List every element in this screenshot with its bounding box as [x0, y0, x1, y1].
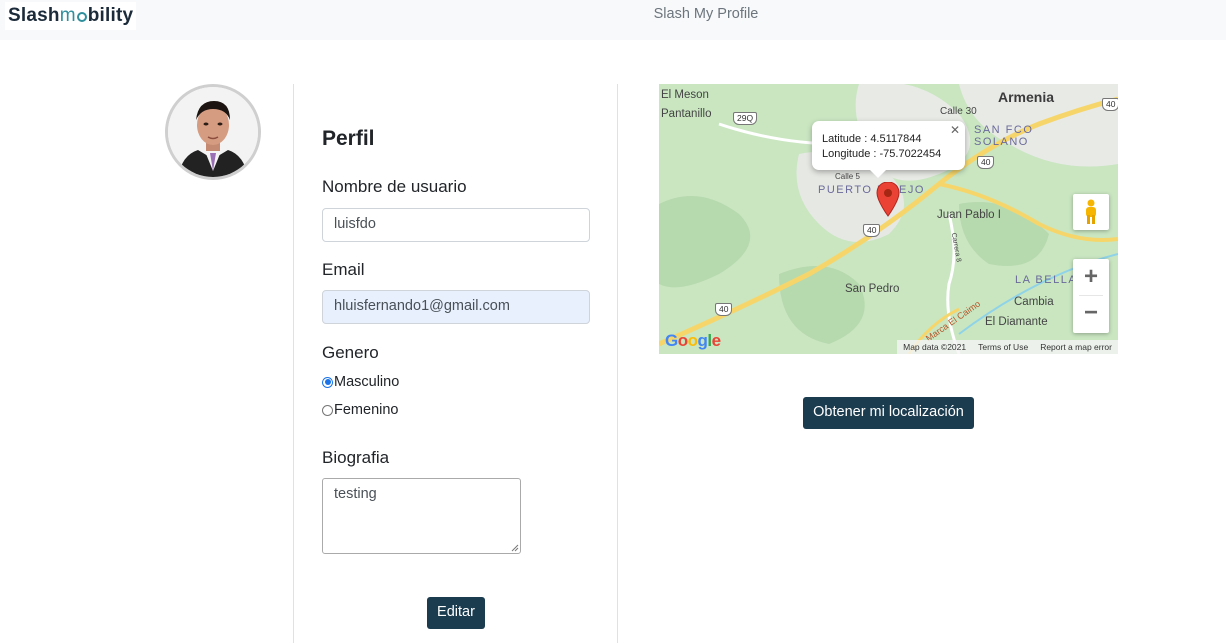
map-marker-icon[interactable] — [876, 182, 900, 218]
close-icon[interactable]: ✕ — [950, 123, 960, 138]
username-input[interactable]: luisfdo — [322, 208, 590, 242]
route-shield: 40 — [977, 156, 995, 169]
pegman-icon — [1086, 199, 1096, 224]
username-label: Nombre de usuario — [322, 177, 467, 196]
bio-textarea[interactable]: testing — [322, 478, 521, 554]
map-label-solano: SOLANO — [974, 136, 1029, 148]
route-shield: 40 — [1102, 98, 1118, 111]
radio-masculino[interactable] — [322, 376, 333, 388]
zoom-controls: + − — [1073, 259, 1109, 333]
map-label-calle-small: Calle 5 — [835, 172, 860, 181]
bio-text: testing — [334, 486, 377, 502]
map-label-la-bella: LA BELLA — [1015, 274, 1078, 286]
info-longitude: Longitude : -75.7022454 — [822, 148, 942, 160]
map-label-el-meson: El Meson — [661, 89, 709, 101]
google-logo[interactable]: Google — [665, 331, 721, 351]
gender-option-femenino[interactable]: Femenino — [322, 402, 398, 418]
zoom-in-button[interactable]: + — [1073, 259, 1109, 295]
route-shield: 40 — [863, 224, 881, 237]
right-divider — [617, 84, 618, 643]
map-attribution: Map data ©2021 Terms of Use Report a map… — [897, 340, 1118, 354]
zoom-out-button[interactable]: − — [1073, 296, 1109, 332]
street-view-pegman-button[interactable] — [1073, 194, 1109, 230]
resize-handle-icon[interactable] — [511, 544, 519, 552]
google-map[interactable]: Armenia El Meson Pantanillo Calle 30 SAN… — [659, 84, 1118, 354]
radio-femenino-label: Femenino — [334, 402, 399, 418]
gender-option-masculino[interactable]: Masculino — [322, 374, 399, 390]
route-shield: 29Q — [733, 112, 758, 125]
avatar — [165, 84, 261, 180]
map-label-san-fco: SAN FCO — [974, 124, 1034, 136]
radio-masculino-label: Masculino — [334, 374, 400, 390]
map-label-puerto-end: EJO — [899, 184, 925, 196]
radio-femenino[interactable] — [322, 404, 333, 416]
terms-link[interactable]: Terms of Use — [978, 341, 1028, 353]
map-label-armenia: Armenia — [998, 89, 1055, 105]
get-location-button[interactable]: Obtener mi localización — [803, 397, 974, 429]
marker-info-window: Latitude : 4.5117844 Longitude : -75.702… — [812, 121, 965, 178]
info-latitude: Latitude : 4.5117844 — [822, 133, 922, 145]
map-label-cambia: Cambia — [1014, 296, 1054, 308]
top-navbar: Slashm bility Slash My Profile — [0, 0, 1226, 40]
email-input[interactable]: hluisfernando1@gmail.com — [322, 290, 590, 324]
left-divider — [293, 84, 294, 643]
user-photo — [168, 87, 258, 177]
route-shield: 40 — [715, 303, 733, 316]
edit-button[interactable]: Editar — [427, 597, 485, 629]
map-label-el-diamante: El Diamante — [985, 316, 1048, 328]
bio-label: Biografia — [322, 448, 390, 467]
email-label: Email — [322, 260, 365, 279]
map-data-text: Map data ©2021 — [903, 342, 967, 352]
map-label-pantanillo: Pantanillo — [661, 108, 712, 120]
gender-label: Genero — [322, 343, 379, 362]
profile-heading: Perfil — [322, 127, 375, 150]
map-label-san-pedro: San Pedro — [845, 283, 900, 295]
map-label-juan-pablo: Juan Pablo I — [937, 209, 1001, 221]
map-label-calle30: Calle 30 — [940, 106, 977, 117]
page-title: Slash My Profile — [653, 6, 759, 22]
report-error-link[interactable]: Report a map error — [1040, 341, 1112, 353]
